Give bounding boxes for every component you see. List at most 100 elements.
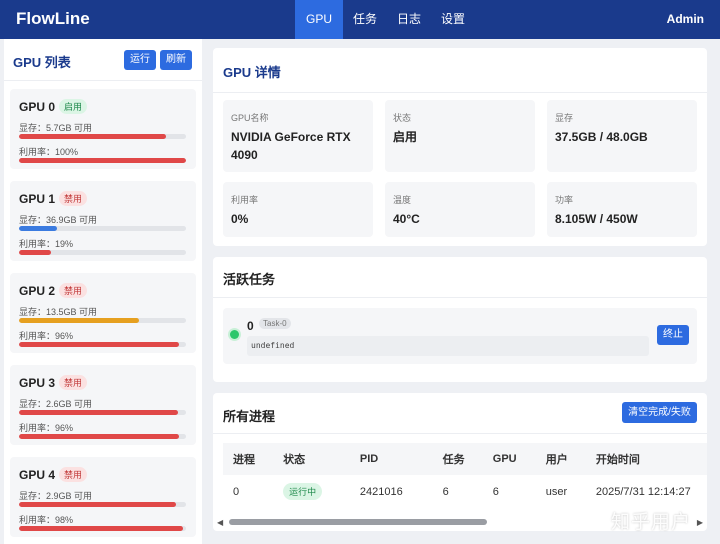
memory-bar	[19, 318, 186, 323]
gpu-detail-panel: GPU 详情 GPU名称 NVIDIA GeForce RTX 4090 状态 …	[213, 48, 707, 246]
nav-tab-gpu[interactable]: GPU	[295, 0, 344, 39]
stat-gpu-name: GPU名称 NVIDIA GeForce RTX 4090	[223, 100, 373, 172]
main-nav: GPU 任务 日志 设置	[295, 0, 475, 39]
clear-finished-button[interactable]: 清空完成/失败	[622, 402, 697, 423]
running-badge: 运行中	[283, 483, 323, 501]
cell-start-time: 2025/7/31 12:14:27	[585, 475, 707, 509]
process-table-wrapper: 进程 状态 PID 任务 GPU 用户 开始时间 运 0 运行中 2421016…	[223, 443, 707, 509]
utilization-bar	[19, 158, 186, 163]
gpu-card-1[interactable]: GPU 1 禁用 显存：36.9GB 可用 利用率：19%	[10, 181, 196, 261]
gpu-list-title: GPU 列表	[13, 55, 71, 70]
gpu-card-3[interactable]: GPU 3 禁用 显存：2.6GB 可用 利用率：96%	[10, 365, 196, 445]
utilization-bar	[19, 250, 186, 255]
cell-gpu: 6	[482, 475, 536, 509]
cell-task: 6	[432, 475, 483, 509]
brand-logo[interactable]: FlowLine	[16, 9, 90, 29]
nav-tab-settings[interactable]: 设置	[431, 0, 475, 39]
nav-tab-tasks[interactable]: 任务	[343, 0, 387, 39]
col-gpu: GPU	[482, 443, 536, 475]
gpu-memory-text: 显存：5.7GB 可用	[19, 123, 93, 133]
stat-status: 状态 启用	[385, 100, 535, 172]
gpu-memory-text: 显存：36.9GB 可用	[19, 215, 98, 225]
status-badge: 禁用	[59, 375, 88, 390]
all-processes-title: 所有进程	[223, 409, 276, 424]
gpu-card-2[interactable]: GPU 2 禁用 显存：13.5GB 可用 利用率：96%	[10, 273, 196, 353]
gpu-card-4[interactable]: GPU 4 禁用 显存：2.9GB 可用 利用率：98%	[10, 457, 196, 537]
stat-value: NVIDIA GeForce RTX 4090	[231, 130, 351, 162]
gpu-name: GPU 2 禁用	[19, 283, 88, 298]
col-task: 任务	[432, 443, 483, 475]
cell-status: 运行中	[273, 475, 350, 509]
scroll-right-arrow-icon[interactable]: ▶	[697, 518, 703, 527]
stat-temperature: 温度 40°C	[385, 182, 535, 237]
memory-bar	[19, 226, 186, 231]
stat-label: GPU名称	[231, 113, 269, 123]
gpu-memory-text: 显存：2.9GB 可用	[19, 491, 93, 501]
divider	[213, 433, 707, 434]
stat-label: 显存	[555, 113, 574, 123]
refresh-button[interactable]: 刷新	[160, 50, 192, 70]
stat-value: 0%	[231, 212, 249, 226]
stat-memory: 显存 37.5GB / 48.0GB	[547, 100, 697, 172]
gpu-utilization-text: 利用率：19%	[19, 239, 74, 249]
stat-power: 功率 8.105W / 450W	[547, 182, 697, 237]
gpu-memory-text: 显存：2.6GB 可用	[19, 399, 93, 409]
memory-bar	[19, 134, 186, 139]
stat-value: 40°C	[393, 212, 420, 226]
scrollbar-thumb[interactable]	[229, 519, 487, 525]
task-card: 0 Task-0 undefined 终止	[223, 308, 697, 364]
cell-user: user	[535, 475, 586, 509]
stat-value: 37.5GB / 48.0GB	[555, 130, 648, 144]
col-pid: PID	[349, 443, 433, 475]
status-badge: 禁用	[59, 283, 88, 298]
col-user: 用户	[535, 443, 586, 475]
stat-label: 利用率	[231, 195, 259, 205]
stop-task-button[interactable]: 终止	[657, 325, 689, 345]
divider	[213, 92, 707, 93]
memory-bar	[19, 502, 186, 507]
gpu-name: GPU 1 禁用	[19, 191, 88, 206]
table-row[interactable]: 0 运行中 2421016 6 6 user 2025/7/31 12:14:2…	[223, 475, 707, 509]
col-status: 状态	[273, 443, 350, 475]
gpu-memory-text: 显存：13.5GB 可用	[19, 307, 98, 317]
status-badge: 禁用	[59, 191, 88, 206]
gpu-utilization-text: 利用率：96%	[19, 423, 74, 433]
scroll-left-arrow-icon[interactable]: ◀	[217, 518, 223, 527]
task-command: undefined	[247, 336, 649, 356]
gpu-list-sidebar: GPU 列表 运行 刷新 GPU 0 启用 显存：5.7GB 可用 利用率：100…	[4, 39, 202, 544]
user-menu[interactable]: Admin	[667, 12, 704, 26]
task-id: 0	[247, 319, 254, 333]
run-button[interactable]: 运行	[124, 50, 156, 70]
gpu-utilization-text: 利用率：100%	[19, 147, 79, 157]
cell-process: 0	[223, 475, 274, 509]
top-nav-bar: FlowLine GPU 任务 日志 设置 Admin	[0, 0, 720, 39]
stat-label: 状态	[393, 113, 412, 123]
active-tasks-title: 活跃任务	[223, 272, 276, 287]
table-header-row: 进程 状态 PID 任务 GPU 用户 开始时间 运	[223, 443, 707, 475]
stat-label: 温度	[393, 195, 412, 205]
col-process: 进程	[223, 443, 274, 475]
utilization-bar	[19, 434, 186, 439]
cell-pid: 2421016	[349, 475, 433, 509]
task-tag: Task-0	[259, 318, 291, 329]
gpu-detail-title: GPU 详情	[223, 65, 281, 80]
stat-value: 8.105W / 450W	[555, 212, 638, 226]
col-start-time: 开始时间	[585, 443, 707, 475]
gpu-name: GPU 3 禁用	[19, 375, 88, 390]
process-table: 进程 状态 PID 任务 GPU 用户 开始时间 运 0 运行中 2421016…	[223, 443, 707, 509]
status-badge: 启用	[59, 99, 88, 114]
nav-tab-logs[interactable]: 日志	[387, 0, 431, 39]
stat-label: 功率	[555, 195, 574, 205]
gpu-name: GPU 4 禁用	[19, 467, 88, 482]
gpu-list-header: GPU 列表 运行 刷新	[4, 39, 202, 81]
gpu-utilization-text: 利用率：96%	[19, 331, 74, 341]
utilization-bar	[19, 526, 186, 531]
gpu-card-0[interactable]: GPU 0 启用 显存：5.7GB 可用 利用率：100%	[10, 89, 196, 169]
divider	[213, 297, 707, 298]
gpu-name: GPU 0 启用	[19, 99, 88, 114]
status-badge: 禁用	[59, 467, 88, 482]
running-status-dot	[230, 330, 239, 339]
stat-value: 启用	[393, 130, 418, 144]
memory-bar	[19, 410, 186, 415]
active-tasks-panel: 活跃任务 0 Task-0 undefined 终止	[213, 257, 707, 382]
